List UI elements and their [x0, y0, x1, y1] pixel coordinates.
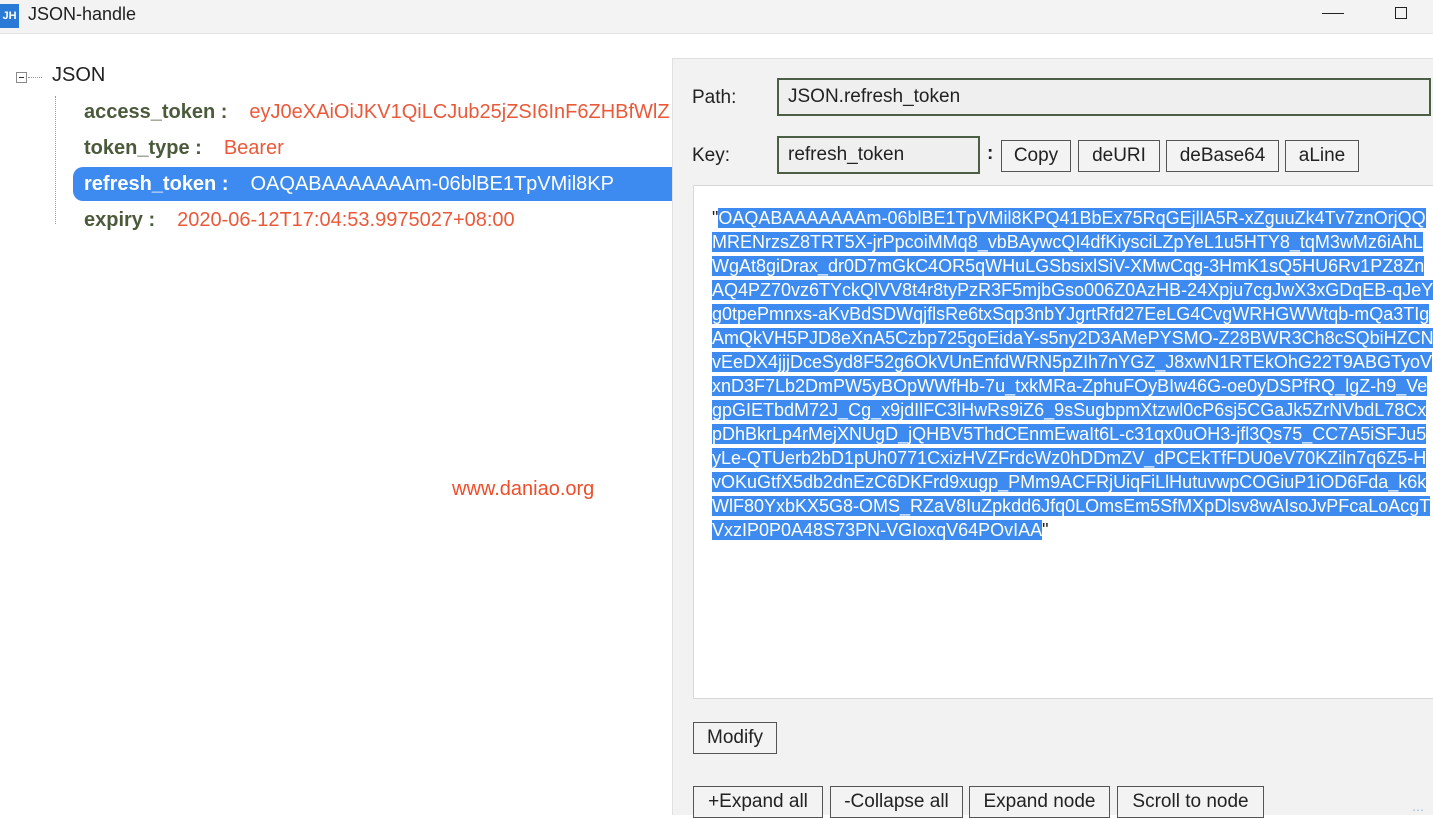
window-title: JSON-handle	[28, 4, 137, 24]
node-value: eyJ0eXAiOiJKV1QiLCJub25jZSI6InF6ZHBfWlZ	[249, 101, 670, 123]
value-textarea[interactable]: "OAQABAAAAAAAm-06blBE1TpVMil8KPQ41BbEx75…	[693, 185, 1433, 699]
scroll-to-node-button[interactable]: Scroll to node	[1117, 786, 1264, 818]
maximize-icon[interactable]	[1395, 7, 1407, 19]
tree-node-access-token[interactable]: access_token : eyJ0eXAiOiJKV1QiLCJub25jZS…	[84, 95, 672, 129]
key-separator: :	[987, 143, 994, 164]
expand-all-button[interactable]: +Expand all	[693, 786, 823, 818]
node-value: OAQABAAAAAAAm-06blBE1TpVMil8KP	[250, 173, 614, 195]
tree-connector	[28, 77, 42, 78]
node-value: 2020-06-12T17:04:53.9975027+08:00	[177, 209, 515, 231]
key-label: Key:	[692, 145, 731, 166]
aline-button[interactable]: aLine	[1285, 140, 1359, 172]
collapse-toggle-icon[interactable]	[16, 72, 27, 83]
tree-root[interactable]: JSON	[52, 64, 105, 87]
expand-node-button[interactable]: Expand node	[969, 786, 1110, 818]
debase64-button[interactable]: deBase64	[1166, 140, 1279, 172]
app-icon: JH	[0, 4, 19, 28]
minimize-icon[interactable]	[1322, 13, 1344, 14]
collapse-all-button[interactable]: -Collapse all	[830, 786, 963, 818]
path-field[interactable]: JSON.refresh_token	[777, 78, 1431, 116]
node-key: token_type :	[84, 137, 202, 159]
node-key: refresh_token :	[84, 173, 229, 195]
watermark-text: www.daniao.org	[452, 478, 595, 500]
node-key: expiry :	[84, 209, 156, 231]
detail-panel: Path: JSON.refresh_token Key: refresh_to…	[672, 58, 1433, 818]
tree-node-token-type[interactable]: token_type : Bearer	[84, 131, 672, 165]
modify-button[interactable]: Modify	[693, 722, 777, 754]
close-quote: "	[1042, 520, 1049, 540]
selected-value-text: OAQABAAAAAAAm-06blBE1TpVMil8KPQ41BbEx75R…	[712, 208, 1433, 540]
path-label: Path:	[692, 87, 737, 108]
tree-node-refresh-token[interactable]: refresh_token : OAQABAAAAAAAm-06blBE1TpVM…	[73, 167, 672, 201]
node-value: Bearer	[223, 137, 284, 159]
key-field[interactable]: refresh_token	[777, 136, 980, 174]
value-text[interactable]: "OAQABAAAAAAAm-06blBE1TpVMil8KPQ41BbEx75…	[712, 206, 1433, 542]
node-key: access_token :	[84, 101, 228, 123]
deuri-button[interactable]: deURI	[1078, 140, 1160, 172]
tree-node-expiry[interactable]: expiry : 2020-06-12T17:04:53.9975027+08:0…	[84, 203, 672, 237]
title-bar: JH JSON-handle	[0, 0, 1433, 34]
tree-connector-vertical	[55, 96, 56, 224]
copy-button[interactable]: Copy	[1001, 140, 1071, 172]
